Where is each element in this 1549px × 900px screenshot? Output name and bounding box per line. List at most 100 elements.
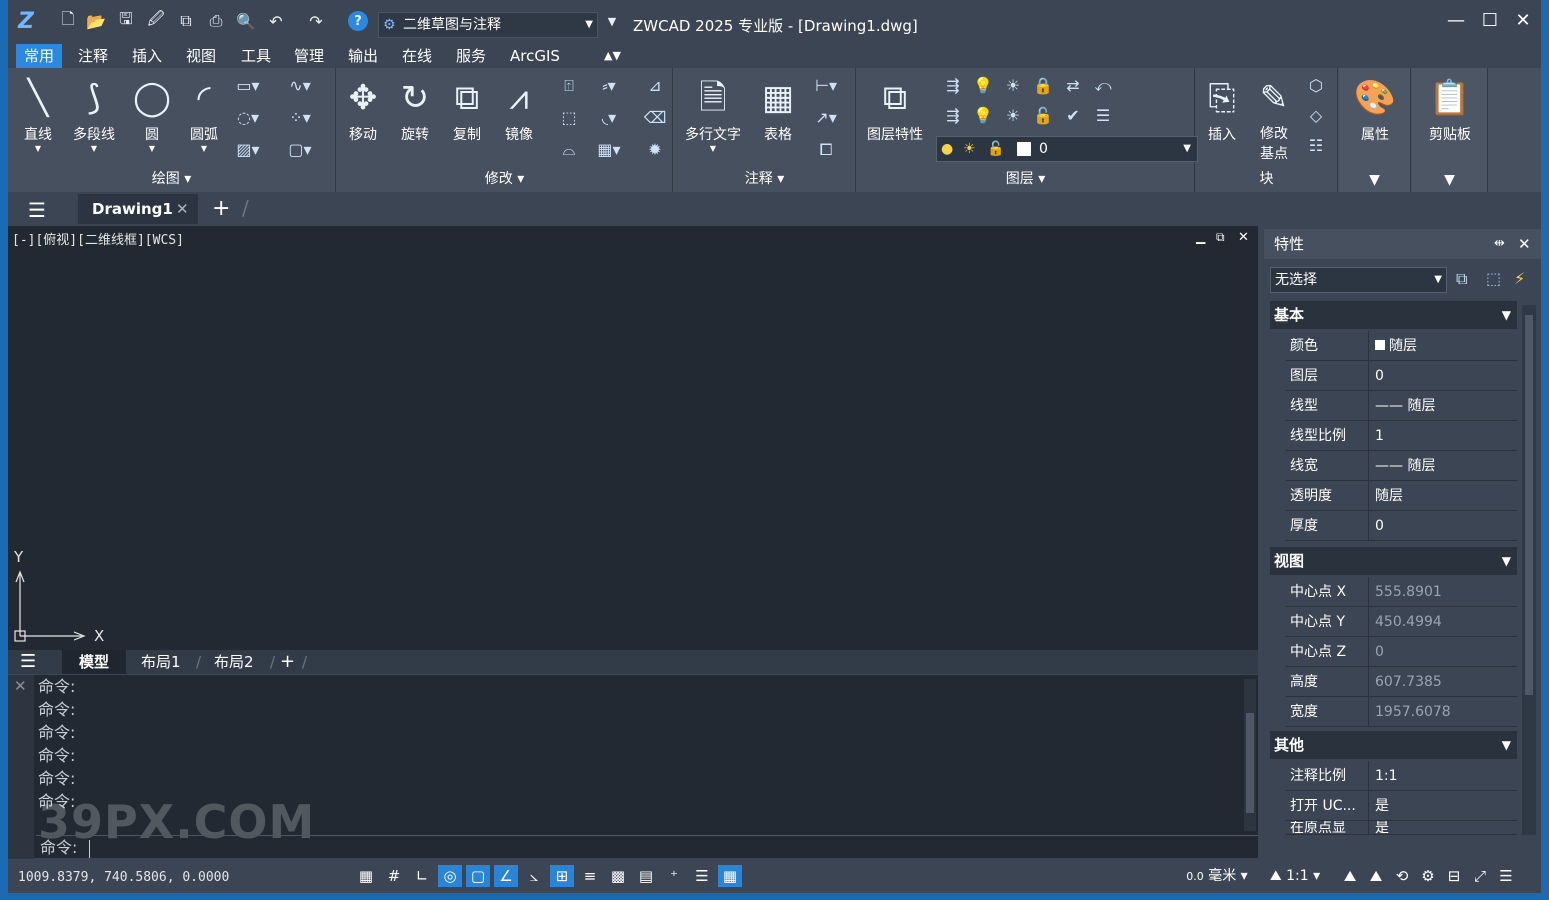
clipboard-button[interactable]: 📋 剪贴板 [1422,74,1478,160]
prop-value[interactable]: 是 [1368,821,1517,834]
ortho-icon[interactable]: ∟ [410,865,434,887]
prop-row[interactable]: 在原点显 是 [1286,821,1517,835]
point-icon[interactable]: ⁘▾ [286,106,314,130]
circle-button[interactable]: ◯ 圆 ▼ [126,74,178,160]
prop-value[interactable]: 1 [1368,421,1517,450]
annotation-visibility-icon[interactable]: ⛰ [1338,865,1362,887]
properties-palette-header[interactable]: 特性 ⇹ ✕ [1264,229,1541,259]
open-icon[interactable]: 📂 [86,11,106,31]
palette-scrollbar[interactable] [1522,305,1536,835]
layer-lock-icon[interactable]: 🔒 [1029,74,1057,98]
copy-button[interactable]: ⧉ 复制 [441,74,493,160]
prop-row[interactable]: 线型比例 1 [1286,421,1517,451]
prop-row[interactable]: 颜色 随层 [1286,331,1517,361]
tab-view[interactable]: 视图 [178,44,224,68]
customization-menu-icon[interactable]: ☰ [1494,865,1518,887]
prop-row[interactable]: 线型 —— 随层 [1286,391,1517,421]
mirror-button[interactable]: ⩘ 镜像 [493,74,545,160]
app-logo-icon[interactable]: Z [18,9,46,35]
toggle-pickadd-icon[interactable]: ⧉ [1456,269,1467,289]
block-attributes-icon[interactable]: ☷ [1302,134,1330,158]
erase-icon[interactable]: ⌫ [641,106,669,130]
dynamic-input-icon[interactable]: ⊞ [550,865,574,887]
tab-model[interactable]: 模型 [62,650,126,674]
mtext-button[interactable]: 🗎 多行文字 ▼ [682,74,744,160]
layer-walk-icon[interactable]: ☰ [1089,104,1117,128]
prop-value[interactable]: 0 [1368,361,1517,390]
command-window-handle[interactable]: ✕ [8,675,34,859]
prop-value[interactable]: 随层 [1368,481,1517,510]
workspace-switch-icon[interactable]: ⟲ [1390,865,1414,887]
prop-value[interactable]: —— 随层 [1368,391,1517,420]
line-button[interactable]: ╲ 直线 ▼ [12,74,64,160]
tab-manage[interactable]: 管理 [286,44,332,68]
menu-icon[interactable]: ☰ [28,198,46,222]
viewport-controls[interactable]: [-][俯视][二维线框][WCS] [12,229,184,248]
lock-ui-icon[interactable]: ⊟ [1442,865,1466,887]
minimize-button[interactable]: — [1444,10,1468,32]
add-layout-button[interactable]: + [280,650,295,674]
explode-icon[interactable]: ✹ [641,138,669,162]
arc-button[interactable]: ◜ 圆弧 ▼ [178,74,230,160]
layer-off-icon[interactable]: 💡 [969,104,997,128]
modify-panel-title[interactable]: 修改 ▾ [337,168,672,188]
auto-scale-icon[interactable]: ⛰ [1364,865,1388,887]
layer-thaw-icon[interactable]: ☀ [999,74,1027,98]
layer-tool-icon[interactable]: ⇶ [939,74,967,98]
layer-prev-icon[interactable]: ⤺ [1089,74,1117,98]
tab-layout1[interactable]: 布局1 [141,650,181,674]
ellipse-icon[interactable]: ◌▾ [234,106,262,130]
otrack-icon[interactable]: ∠ [494,865,518,887]
layer-properties-button[interactable]: ⧉ 图层特性 [863,74,927,160]
units-select[interactable]: 0.0 毫米 ▾ [1182,865,1252,887]
dynamic-ucs-icon[interactable]: ⦣ [522,865,546,887]
prop-row[interactable]: 图层 0 [1286,361,1517,391]
prop-row[interactable]: 中心点 Z 0 [1286,637,1517,667]
properties-button[interactable]: 🎨 属性 [1349,74,1401,160]
layer-iso-icon[interactable]: ⇶ [939,104,967,128]
layout-menu-icon[interactable]: ☰ [20,650,36,674]
prop-row[interactable]: 中心点 X 555.8901 [1286,577,1517,607]
stretch-icon[interactable]: ⍐ [555,74,583,98]
close-icon[interactable]: ✕ [1518,229,1531,259]
lengthen-icon[interactable]: ⊿ [641,74,669,98]
tab-home[interactable]: 常用 [16,44,63,68]
select-objects-icon[interactable]: ⬚ [1486,269,1501,288]
move-button[interactable]: ✥ 移动 [337,74,389,160]
prop-row[interactable]: 高度 607.7385 [1286,667,1517,697]
prop-row[interactable]: 注释比例 1:1 [1286,761,1517,791]
rotate-button[interactable]: ↻ 旋转 [389,74,441,160]
layers-panel-title[interactable]: 图层 ▾ [857,168,1194,188]
trim-icon[interactable]: ⸗▾ [595,74,623,98]
quick-select-icon[interactable]: ⚡ [1514,269,1525,288]
polyline-button[interactable]: ⟆ 多段线 ▼ [68,74,120,160]
layer-freeze-icon[interactable]: ☀ [999,104,1027,128]
fullscreen-icon[interactable]: ⤢ [1468,865,1492,887]
polar-icon[interactable]: ◎ [438,865,462,887]
preview-icon[interactable]: 🔍 [236,11,256,31]
prop-row[interactable]: 中心点 Y 450.4994 [1286,607,1517,637]
copy-icon[interactable]: ⧉ [176,11,196,31]
leader-icon[interactable]: ↗▾ [812,106,840,130]
command-input[interactable]: 命令: [36,835,1258,859]
section-view[interactable]: 视图 ▼ [1270,547,1517,575]
ribbon-toggle-icon[interactable]: ▲▼ [596,44,629,68]
pin-icon[interactable]: ⇹ [1494,229,1505,259]
layer-match-icon[interactable]: ⇄ [1059,74,1087,98]
create-block-icon[interactable]: ⬡ [1302,74,1330,98]
command-scrollbar[interactable] [1244,679,1256,831]
tab-drawing1[interactable]: Drawing1 ✕ [78,194,198,224]
rectangle-icon[interactable]: ▭▾ [234,74,262,98]
model-space-icon[interactable]: ▦ [354,865,378,887]
redo-icon[interactable]: ↷ [306,11,326,31]
customize-qa-icon[interactable]: ▼ [602,11,622,31]
tab-tools[interactable]: 工具 [233,44,279,68]
prop-value[interactable]: 是 [1368,791,1517,820]
annotation-icon[interactable]: ▦ [718,865,742,887]
dimension-icon[interactable]: ⊢▾ [812,74,840,98]
selection-select[interactable]: 无选择 ▼ [1270,267,1447,293]
prop-row[interactable]: 透明度 随层 [1286,481,1517,511]
scale-icon[interactable]: ⬚ [555,106,583,130]
prop-row[interactable]: 线宽 —— 随层 [1286,451,1517,481]
annotation-monitor-icon[interactable]: ☰ [690,865,714,887]
